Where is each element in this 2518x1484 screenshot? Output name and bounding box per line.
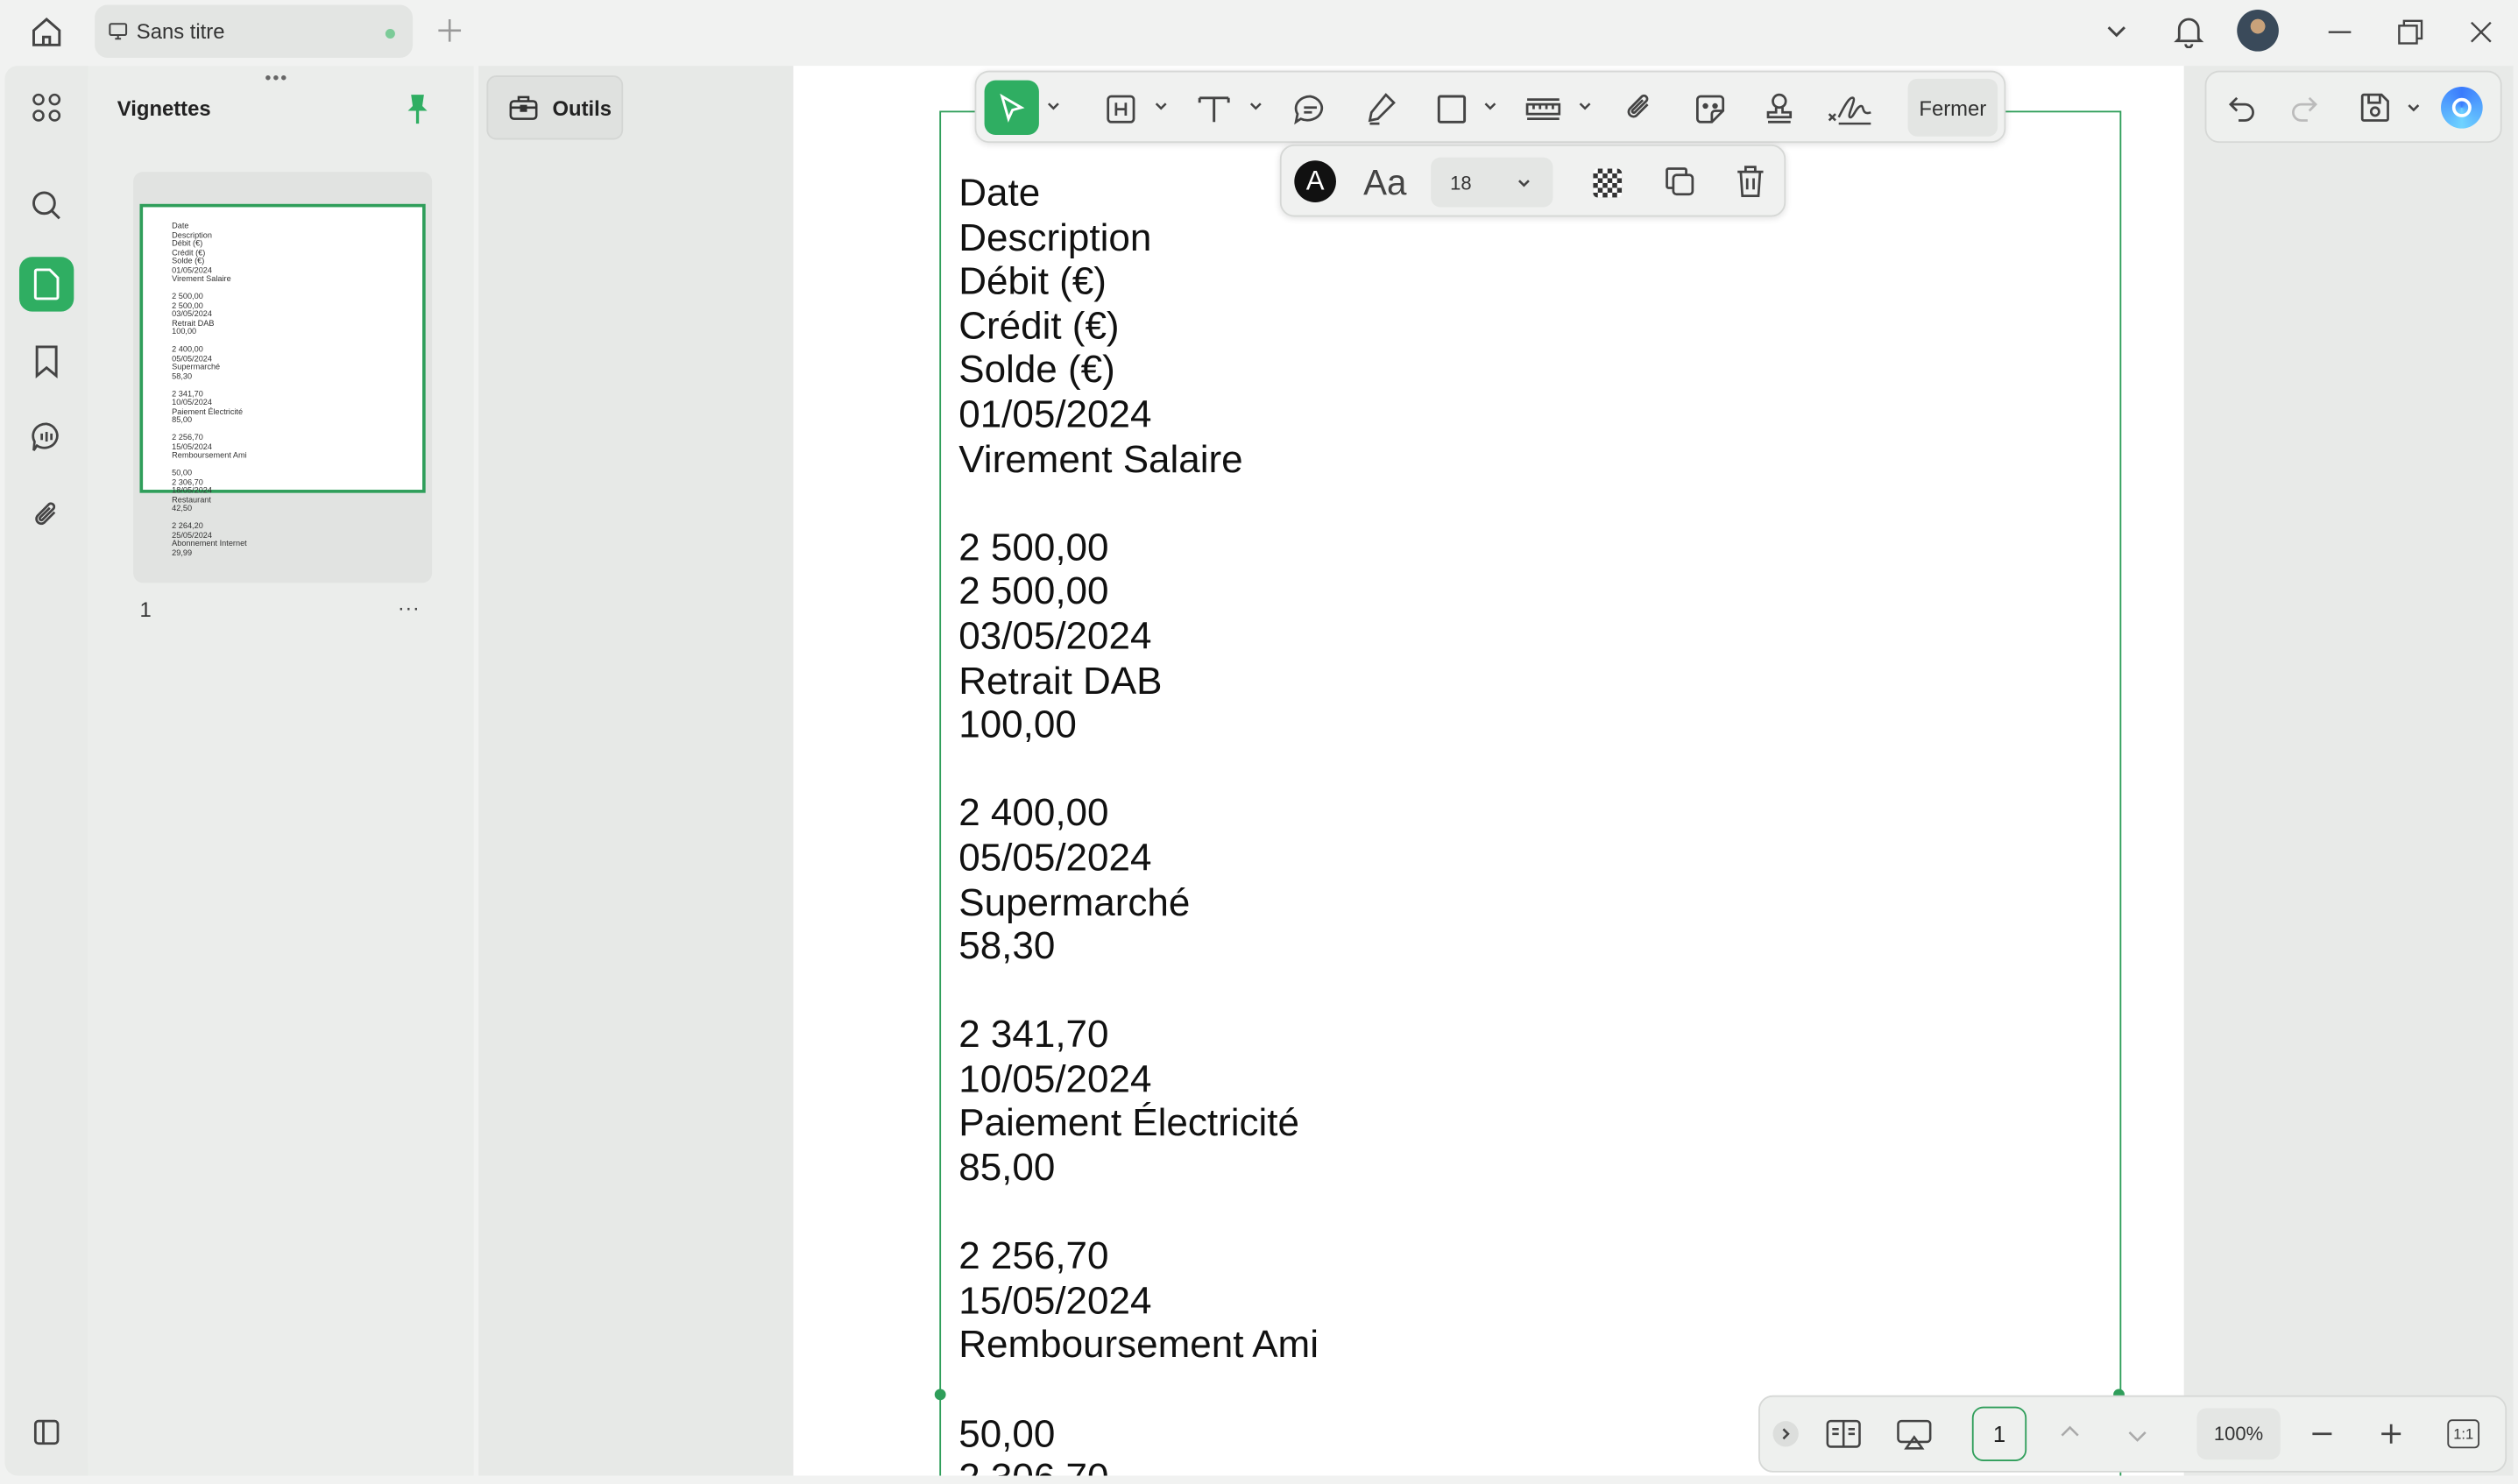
avatar[interactable] [2237, 9, 2279, 52]
title-bar: Sans titre [0, 0, 2518, 65]
tools-panel: Outils [478, 66, 794, 1476]
comment-tool[interactable] [1291, 90, 1330, 129]
actual-size-button[interactable]: 1:1 [2447, 1419, 2480, 1449]
delete-icon[interactable] [1733, 162, 1768, 201]
tools-button[interactable]: Outils [486, 75, 624, 140]
search-icon[interactable] [19, 178, 74, 232]
stamp-tool[interactable] [1762, 90, 1797, 129]
zoom-out-icon[interactable] [2308, 1419, 2337, 1448]
bell-icon[interactable] [2171, 13, 2206, 48]
layout-icon[interactable] [19, 1405, 74, 1459]
chevron-down-icon[interactable] [2123, 1421, 2152, 1450]
tab-title: Sans titre [136, 18, 225, 44]
chevron-down-icon[interactable] [1153, 98, 1169, 114]
resize-handle[interactable] [934, 1389, 946, 1401]
document-text[interactable]: Date Description Débit (€) Crédit (€) So… [958, 172, 1319, 1475]
text-format-toolbar: A Aa 18 [1279, 144, 1786, 217]
zoom-level[interactable]: 100% [2196, 1408, 2281, 1460]
highlighter-tool[interactable] [1363, 90, 1398, 129]
sticker-tool[interactable] [1691, 90, 1729, 129]
left-rail [4, 66, 88, 1476]
background-color-icon[interactable] [1593, 168, 1623, 198]
pin-icon[interactable] [403, 91, 432, 126]
ai-assistant-icon[interactable] [2441, 86, 2483, 129]
right-panel [2183, 66, 2514, 1476]
restore-icon[interactable] [2394, 16, 2427, 48]
shape-tool[interactable] [1434, 91, 1469, 126]
font-size-select[interactable]: 18 [1431, 157, 1553, 208]
chevron-down-icon[interactable] [2102, 16, 2131, 45]
paperclip-icon[interactable] [19, 488, 74, 542]
zoom-in-icon[interactable] [2377, 1419, 2406, 1448]
minimize-icon[interactable] [2323, 16, 2356, 48]
tools-label: Outils [552, 95, 612, 120]
chevron-down-icon[interactable] [1482, 98, 1498, 114]
panel-title: Vignettes [117, 95, 211, 121]
page-number-input[interactable]: 1 [1971, 1406, 2027, 1461]
text-tool[interactable] [1195, 91, 1234, 126]
presentation-icon[interactable] [1895, 1417, 1934, 1452]
page-navigation-bar: 1 100% 1:1 [1758, 1395, 2507, 1473]
grid-icon[interactable] [19, 81, 74, 135]
duplicate-icon[interactable] [1662, 164, 1697, 199]
unsaved-indicator [385, 28, 395, 39]
thumbnail-page-number: 1 [139, 597, 152, 622]
annotation-toolbar: Fermer [974, 70, 2006, 144]
chevron-down-icon[interactable] [1045, 98, 1061, 114]
monitor-icon [108, 21, 129, 42]
save-icon[interactable] [2358, 90, 2393, 125]
comment-icon[interactable] [19, 409, 74, 463]
chevron-down-icon[interactable] [1248, 98, 1263, 114]
document-area: Date Description Débit (€) Crédit (€) So… [793, 66, 2184, 1476]
textbox-tool[interactable] [1103, 91, 1138, 126]
chevron-right-icon[interactable] [1772, 1421, 1799, 1447]
chevron-down-icon[interactable] [2406, 100, 2422, 116]
undo-icon[interactable] [2225, 91, 2258, 124]
signature-tool[interactable] [1826, 90, 1874, 129]
font-icon[interactable]: Aa [1363, 162, 1406, 204]
chevron-down-icon [1514, 173, 1533, 193]
close-icon[interactable] [2465, 16, 2498, 48]
measure-tool[interactable] [1524, 91, 1562, 126]
thumbnail-more-button[interactable]: ... [399, 591, 421, 615]
resize-grip-icon[interactable]: ••• [265, 69, 288, 88]
thumbnail-text: Date Description Débit (€) Crédit (€) So… [172, 221, 247, 558]
chevron-up-icon[interactable] [2055, 1417, 2084, 1446]
font-size-value: 18 [1450, 172, 1472, 194]
toolbox-icon [507, 91, 540, 124]
font-color-icon: A [1305, 165, 1325, 196]
chevron-down-icon[interactable] [1577, 98, 1593, 114]
select-tool[interactable] [984, 80, 1039, 135]
document-tab[interactable]: Sans titre [95, 4, 414, 58]
plus-icon[interactable] [434, 14, 466, 46]
home-icon[interactable] [27, 13, 66, 52]
text-color-button[interactable]: A [1294, 160, 1336, 202]
page-thumbnail[interactable]: Date Description Débit (€) Crédit (€) So… [133, 172, 433, 583]
close-button[interactable]: Fermer [1907, 78, 1998, 137]
redo-icon[interactable] [2288, 91, 2321, 124]
bookmark-icon[interactable] [19, 334, 74, 388]
thumbnail-panel: ••• Vignettes Date Description Débit (€)… [88, 66, 474, 1476]
page-icon[interactable] [18, 257, 74, 312]
history-toolbar [2204, 70, 2502, 144]
attachment-tool[interactable] [1622, 90, 1657, 129]
reading-mode-icon[interactable] [1824, 1417, 1863, 1450]
